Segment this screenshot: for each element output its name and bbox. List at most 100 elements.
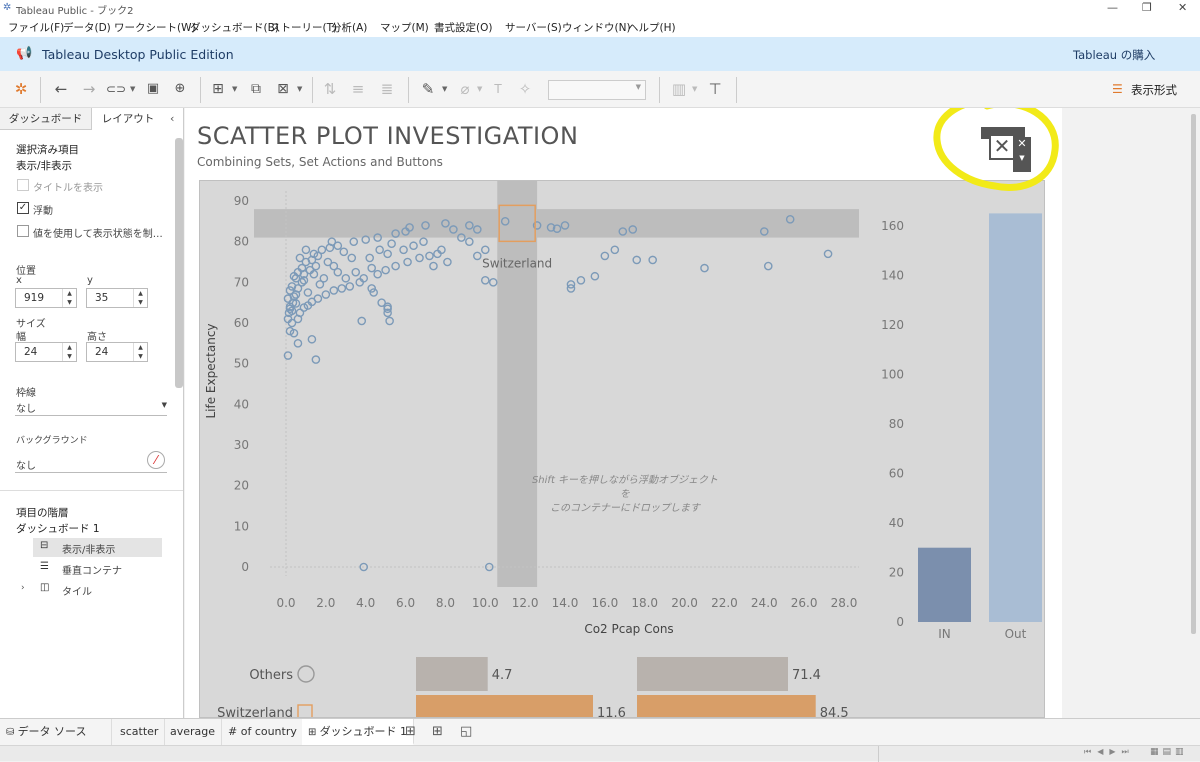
panel-scrollbar[interactable] bbox=[175, 138, 183, 388]
tab-scatter[interactable]: scatter bbox=[114, 719, 166, 745]
menu-file[interactable]: ファイル(F) bbox=[8, 20, 64, 35]
width-input[interactable]: 24 ▲ ▼ bbox=[15, 342, 77, 362]
scatter-point[interactable] bbox=[415, 253, 424, 263]
scatter-point[interactable] bbox=[315, 280, 325, 289]
text-label-icon[interactable]: T bbox=[488, 79, 508, 99]
tree-item-tiled[interactable]: ◫ タイル bbox=[33, 580, 162, 599]
new-dashboard-icon[interactable]: ⊞ bbox=[432, 724, 443, 739]
swap-axes-icon[interactable]: ⇅ bbox=[320, 79, 340, 99]
scatter-point[interactable] bbox=[365, 253, 374, 263]
menu-dashboard[interactable]: ダッシュボード(B) bbox=[190, 20, 279, 35]
group-paperclip-icon[interactable]: ⌀ bbox=[455, 79, 475, 99]
show-me-icon[interactable]: ☰ bbox=[1112, 82, 1123, 96]
collapse-panel-icon[interactable]: ‹ bbox=[170, 112, 174, 125]
cards-icon[interactable]: ▥ bbox=[669, 79, 689, 99]
sheet-nav-icons[interactable]: ⏮◀▶⏭ bbox=[1084, 747, 1135, 757]
clear-sheet-icon[interactable]: ⊠ bbox=[273, 79, 293, 99]
data-source-icon[interactable]: ⊂⊃ bbox=[106, 79, 126, 99]
chevron-down-icon[interactable]: ▼ bbox=[692, 79, 697, 99]
menu-story[interactable]: ストーリー(T) bbox=[270, 20, 337, 35]
scatter-point[interactable] bbox=[311, 355, 321, 364]
redo-icon[interactable]: → bbox=[79, 79, 99, 99]
scatter-point[interactable] bbox=[385, 316, 394, 326]
tree-item-show-hide[interactable]: ⊟ 表示/非表示 bbox=[33, 538, 162, 557]
background-dropdown[interactable]: なし ⁄ bbox=[15, 451, 167, 473]
color-picker-icon[interactable]: ⁄ bbox=[147, 451, 165, 469]
scatter-point[interactable] bbox=[473, 251, 482, 261]
maximize-button[interactable]: ❐ bbox=[1142, 1, 1152, 14]
scatter-point[interactable] bbox=[480, 276, 490, 285]
scatter-point[interactable] bbox=[357, 316, 367, 326]
chevron-down-icon[interactable]: ▼ bbox=[442, 79, 447, 99]
scatter-point[interactable] bbox=[443, 257, 452, 267]
scatter-point[interactable] bbox=[383, 249, 392, 259]
life-exp-comparison-bar[interactable] bbox=[637, 657, 788, 691]
scatter-point[interactable] bbox=[301, 245, 311, 255]
menu-map[interactable]: マップ(M) bbox=[380, 20, 429, 35]
scatter-point[interactable] bbox=[367, 263, 376, 273]
scatter-point[interactable] bbox=[700, 263, 709, 273]
chevron-down-icon[interactable]: ▼ bbox=[130, 79, 135, 99]
new-worksheet-icon[interactable]: ⊞ bbox=[405, 724, 416, 739]
duplicate-sheet-icon[interactable]: ⧉ bbox=[246, 79, 266, 99]
scatter-point[interactable] bbox=[381, 265, 390, 275]
scrollbar-thumb[interactable] bbox=[1191, 114, 1196, 634]
scatter-point[interactable] bbox=[373, 269, 382, 279]
scatter-point[interactable] bbox=[399, 245, 408, 255]
y-position-input[interactable]: 35 ▲ ▼ bbox=[86, 288, 148, 308]
scatter-point[interactable] bbox=[283, 351, 293, 360]
save-icon[interactable]: ▣ bbox=[143, 79, 163, 99]
floating-checkbox[interactable]: ✓ bbox=[17, 202, 29, 214]
scatter-point[interactable] bbox=[419, 237, 428, 246]
scatter-point[interactable] bbox=[329, 286, 339, 295]
scatter-point[interactable] bbox=[349, 237, 359, 246]
tree-item-vertical-container[interactable]: ☰ 垂直コンテナ bbox=[33, 559, 162, 578]
pin-icon[interactable]: ✧ bbox=[515, 79, 535, 99]
scatter-point[interactable] bbox=[403, 257, 412, 267]
chevron-right-icon[interactable]: › bbox=[21, 583, 25, 593]
chevron-down-icon[interactable]: ▼ bbox=[232, 79, 237, 99]
tab-dashboard-1[interactable]: ⊞ ダッシュボード 1 bbox=[302, 719, 415, 745]
menu-server[interactable]: サーバー(S) bbox=[505, 20, 562, 35]
scatter-point[interactable] bbox=[465, 237, 474, 246]
scatter-point[interactable] bbox=[375, 245, 384, 255]
tab-average[interactable]: average bbox=[164, 719, 223, 745]
menu-help[interactable]: ヘルプ(H) bbox=[628, 20, 676, 35]
scatter-point[interactable] bbox=[391, 261, 400, 271]
co2-comparison-bar[interactable] bbox=[416, 695, 593, 718]
scatter-point[interactable] bbox=[425, 251, 434, 261]
stepper-arrows-icon[interactable]: ▲ ▼ bbox=[62, 289, 76, 307]
canvas-scrollbar[interactable] bbox=[1188, 108, 1200, 718]
scatter-point[interactable] bbox=[648, 255, 657, 265]
undo-icon[interactable]: ← bbox=[51, 79, 71, 99]
scatter-point[interactable] bbox=[823, 249, 833, 259]
scatter-point[interactable] bbox=[347, 253, 357, 263]
scatter-point[interactable] bbox=[345, 282, 355, 291]
scatter-point[interactable] bbox=[303, 288, 313, 297]
menu-format[interactable]: 書式設定(O) bbox=[434, 20, 492, 35]
scatter-point[interactable] bbox=[763, 261, 773, 271]
switzerland-square-marker[interactable] bbox=[297, 704, 313, 718]
scatter-point[interactable] bbox=[590, 271, 600, 281]
scatter-point[interactable] bbox=[429, 261, 438, 271]
scatter-point[interactable] bbox=[480, 245, 490, 255]
menu-data[interactable]: データ(D) bbox=[63, 20, 111, 35]
scatter-point[interactable] bbox=[337, 284, 347, 293]
scatter-point[interactable] bbox=[488, 278, 498, 287]
bar-out[interactable] bbox=[989, 213, 1042, 622]
sheet-view-icons[interactable]: ▦▤▥ bbox=[1150, 747, 1188, 757]
scatter-point[interactable] bbox=[293, 339, 303, 348]
menu-worksheet[interactable]: ワークシート(W) bbox=[114, 20, 196, 35]
scatter-point[interactable] bbox=[387, 239, 396, 249]
tab-dashboard[interactable]: ダッシュボード bbox=[0, 108, 92, 130]
show-title-checkbox[interactable] bbox=[17, 179, 29, 191]
stepper-arrows-icon[interactable]: ▲ ▼ bbox=[62, 343, 76, 361]
scatter-point[interactable] bbox=[576, 276, 586, 285]
scatter-point[interactable] bbox=[351, 267, 361, 277]
tableau-logo-icon[interactable]: ✲ bbox=[11, 79, 31, 99]
scatter-point[interactable] bbox=[409, 241, 418, 251]
minimize-button[interactable]: — bbox=[1107, 1, 1118, 14]
x-position-input[interactable]: 919 ▲ ▼ bbox=[15, 288, 77, 308]
menu-window[interactable]: ウィンドウ(N) bbox=[562, 20, 631, 35]
scatter-plot[interactable]: 0 10 20 30 40 50 60 70 80 90 0.0 2.0 4.0 6.0 8.0 10.0 12… bbox=[200, 181, 1045, 718]
